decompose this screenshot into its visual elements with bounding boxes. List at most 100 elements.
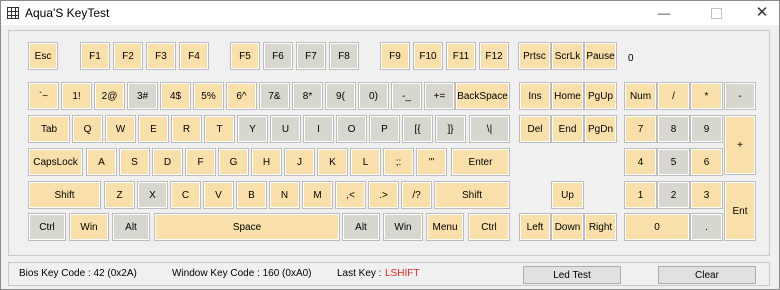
key-tab-0: Tab bbox=[28, 115, 70, 143]
key-shift-2: X bbox=[137, 181, 168, 209]
key-num-11: -_ bbox=[391, 82, 422, 110]
key-shift-12: Up bbox=[551, 181, 584, 209]
key-num-19: * bbox=[690, 82, 723, 110]
maximize-button[interactable] bbox=[693, 1, 739, 25]
key-shift-13: 1 bbox=[624, 181, 657, 209]
clear-button[interactable]: Clear bbox=[658, 266, 756, 284]
key-tab-11: [{ bbox=[402, 115, 433, 143]
key-caps-1: A bbox=[86, 148, 117, 176]
window-title: Aqua'S KeyTest bbox=[25, 6, 110, 20]
key-fn-5: F5 bbox=[230, 42, 260, 70]
key-ctrl-10: Right bbox=[584, 213, 617, 241]
key-shift-16: Ent bbox=[724, 181, 756, 241]
key-num-1: 1! bbox=[61, 82, 92, 110]
key-tab-10: P bbox=[369, 115, 400, 143]
key-caps-5: G bbox=[218, 148, 249, 176]
key-tab-14: Del bbox=[519, 115, 551, 143]
key-num-0: `~ bbox=[28, 82, 59, 110]
key-caps-14: 5 bbox=[657, 148, 690, 176]
key-caps-10: ;: bbox=[383, 148, 414, 176]
key-fn-8: F8 bbox=[329, 42, 359, 70]
key-tab-5: T bbox=[204, 115, 235, 143]
key-fn-3: F3 bbox=[146, 42, 176, 70]
key-shift-3: C bbox=[170, 181, 201, 209]
key-ctrl-8: Left bbox=[519, 213, 551, 241]
key-tab-9: O bbox=[336, 115, 367, 143]
key-fn-15: Pause bbox=[584, 42, 617, 70]
key-ctrl-2: Alt bbox=[112, 213, 150, 241]
key-ctrl-4: Alt bbox=[342, 213, 380, 241]
key-shift-4: V bbox=[203, 181, 234, 209]
key-num-6: 6^ bbox=[226, 82, 257, 110]
key-fn-14: ScrLk bbox=[551, 42, 584, 70]
key-tab-18: 8 bbox=[657, 115, 690, 143]
key-ctrl-1: Win bbox=[69, 213, 109, 241]
key-tab-15: End bbox=[551, 115, 584, 143]
key-caps-15: 6 bbox=[690, 148, 723, 176]
key-fn-1: F1 bbox=[80, 42, 110, 70]
key-num-8: 8* bbox=[292, 82, 323, 110]
key-shift-15: 3 bbox=[690, 181, 723, 209]
key-fn-6: F6 bbox=[263, 42, 293, 70]
key-caps-12: Enter bbox=[451, 148, 510, 176]
maximize-icon bbox=[710, 8, 722, 20]
key-num-10: 0) bbox=[358, 82, 389, 110]
key-fn-10: F10 bbox=[413, 42, 443, 70]
key-ctrl-7: Ctrl bbox=[468, 213, 510, 241]
key-num-2: 2@ bbox=[94, 82, 125, 110]
key-caps-6: H bbox=[251, 148, 282, 176]
key-tab-1: Q bbox=[72, 115, 103, 143]
key-ctrl-12: . bbox=[690, 213, 723, 241]
key-ctrl-6: Menu bbox=[426, 213, 464, 241]
key-num-15: Home bbox=[551, 82, 584, 110]
last-code-readout: 0 bbox=[628, 53, 634, 64]
key-num-7: 7& bbox=[259, 82, 290, 110]
key-ctrl-9: Down bbox=[551, 213, 584, 241]
key-num-14: Ins bbox=[519, 82, 551, 110]
key-num-4: 4$ bbox=[160, 82, 191, 110]
key-ctrl-11: 0 bbox=[624, 213, 690, 241]
key-tab-19: 9 bbox=[690, 115, 723, 143]
key-shift-8: ,< bbox=[335, 181, 366, 209]
title-bar: Aqua'S KeyTest — ✕ bbox=[1, 1, 779, 25]
key-tab-7: U bbox=[270, 115, 301, 143]
close-button[interactable]: ✕ bbox=[739, 1, 780, 25]
key-shift-11: Shift bbox=[434, 181, 510, 209]
key-fn-7: F7 bbox=[296, 42, 326, 70]
key-num-3: 3# bbox=[127, 82, 158, 110]
minimize-button[interactable]: — bbox=[641, 1, 687, 25]
key-fn-13: Prtsc bbox=[518, 42, 551, 70]
key-fn-11: F11 bbox=[446, 42, 476, 70]
led-test-button[interactable]: Led Test bbox=[523, 266, 621, 284]
key-fn-9: F9 bbox=[380, 42, 410, 70]
bios-key-code: Bios Key Code : 42 (0x2A) bbox=[19, 268, 137, 279]
key-shift-5: B bbox=[236, 181, 267, 209]
key-tab-20: + bbox=[724, 115, 756, 175]
key-num-9: 9( bbox=[325, 82, 356, 110]
key-caps-0: CapsLock bbox=[28, 148, 83, 176]
key-fn-4: F4 bbox=[179, 42, 209, 70]
key-caps-13: 4 bbox=[624, 148, 657, 176]
key-shift-1: Z bbox=[104, 181, 135, 209]
key-shift-10: /? bbox=[401, 181, 432, 209]
key-caps-7: J bbox=[284, 148, 315, 176]
key-tab-17: 7 bbox=[624, 115, 657, 143]
key-fn-12: F12 bbox=[479, 42, 509, 70]
key-shift-7: M bbox=[302, 181, 333, 209]
keyboard-grid-icon bbox=[7, 7, 19, 19]
key-tab-16: PgDn bbox=[584, 115, 617, 143]
key-shift-0: Shift bbox=[28, 181, 101, 209]
key-tab-8: I bbox=[303, 115, 334, 143]
key-ctrl-0: Ctrl bbox=[28, 213, 66, 241]
key-tab-6: Y bbox=[237, 115, 268, 143]
key-tab-12: ]} bbox=[435, 115, 466, 143]
key-num-16: PgUp bbox=[584, 82, 617, 110]
key-num-12: += bbox=[424, 82, 455, 110]
key-caps-9: L bbox=[350, 148, 381, 176]
key-caps-3: D bbox=[152, 148, 183, 176]
last-key-value: LSHIFT bbox=[385, 268, 420, 279]
key-shift-9: .> bbox=[368, 181, 399, 209]
window-key-code: Window Key Code : 160 (0xA0) bbox=[172, 268, 312, 279]
key-num-20: - bbox=[724, 82, 756, 110]
key-num-5: 5% bbox=[193, 82, 224, 110]
